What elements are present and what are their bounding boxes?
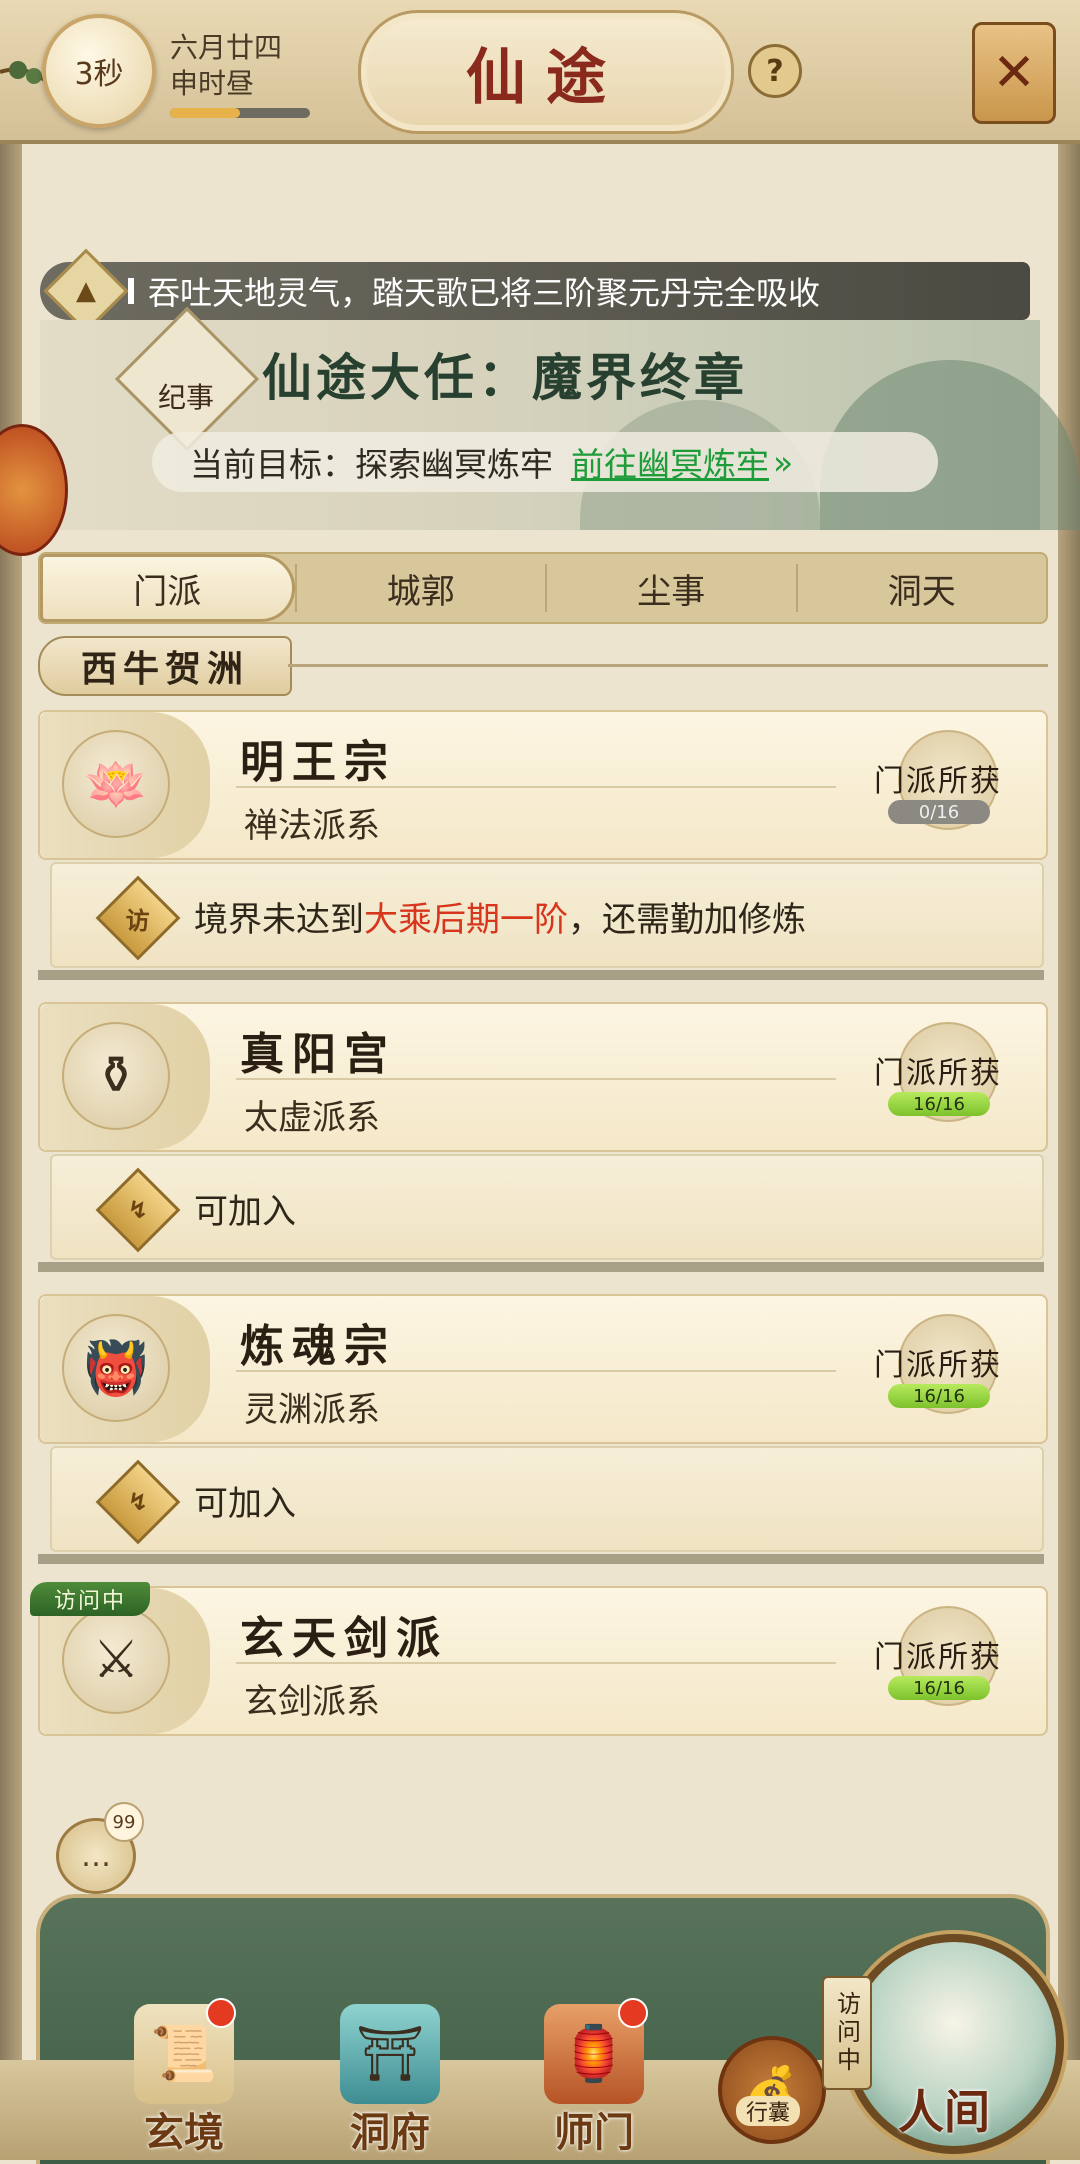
nav-label: 洞府 bbox=[350, 2109, 430, 2156]
sect-reward-count: 16/16 bbox=[888, 1676, 990, 1700]
inventory-label: 行囊 bbox=[736, 2096, 800, 2126]
sect-reward-label: 门派所获 bbox=[874, 1640, 1002, 1675]
time-of-day: 申时昼 bbox=[170, 67, 255, 100]
lotus-emblem-icon: 🪷 bbox=[62, 730, 170, 838]
sect-status-text: 可加入 bbox=[194, 1484, 296, 1524]
countdown-timer: 3秒 bbox=[42, 14, 156, 128]
demon-mask-emblem-icon: 👹 bbox=[62, 1314, 170, 1422]
join-icon: ↯ bbox=[95, 1459, 181, 1545]
frame-right bbox=[1058, 0, 1080, 2160]
section-divider bbox=[38, 970, 1044, 980]
time-progress-fill bbox=[170, 108, 240, 118]
sect-type: 太虚派系 bbox=[244, 1098, 380, 1138]
visit-icon: 访 bbox=[95, 875, 181, 961]
join-icon: ↯ bbox=[95, 1167, 181, 1253]
sect-card[interactable]: ⚔ 玄天剑派 玄剑派系 门派所获 16/16 bbox=[38, 1586, 1048, 1736]
time-progress-bar bbox=[170, 108, 310, 118]
tab-city[interactable]: 城郭 bbox=[297, 554, 546, 622]
close-icon: ✕ bbox=[992, 43, 1036, 103]
sect-divider bbox=[236, 786, 836, 788]
sect-status-row: 访 境界未达到大乘后期一阶，还需勤加修炼 bbox=[50, 862, 1044, 968]
sect-status-row[interactable]: ↯ 可加入 bbox=[50, 1154, 1044, 1260]
story-title: 仙途大任：魔界终章 bbox=[262, 348, 748, 407]
notice-text: 吞吐天地灵气，踏天歌已将三阶聚元丹完全吸收 bbox=[148, 274, 821, 312]
sect-name: 明王宗 bbox=[240, 737, 396, 788]
question-icon: ? bbox=[766, 53, 784, 89]
chat-unread-count: 99 bbox=[104, 1802, 144, 1842]
notification-dot bbox=[618, 1998, 648, 2028]
sect-reward-label: 门派所获 bbox=[874, 1348, 1002, 1383]
chat-bubble-icon: … bbox=[81, 1838, 111, 1874]
calendar-date: 六月廿四 bbox=[170, 31, 283, 64]
world-visiting-tag: 访问中 bbox=[822, 1976, 872, 2090]
close-button[interactable]: ✕ bbox=[972, 22, 1056, 124]
sect-status-row[interactable]: ↯ 可加入 bbox=[50, 1446, 1044, 1552]
region-divider bbox=[288, 664, 1048, 667]
sect-name: 真阳宫 bbox=[240, 1029, 396, 1080]
region-header: 西牛贺洲 bbox=[38, 636, 292, 696]
current-target-bar: 当前目标：探索幽冥炼牢 前往幽冥炼牢 » bbox=[152, 432, 938, 492]
notification-dot bbox=[206, 1998, 236, 2028]
required-realm: 大乘后期一阶 bbox=[364, 900, 568, 940]
notice-marker bbox=[128, 278, 134, 304]
nav-item-master-sect[interactable]: 🏮 师门 bbox=[534, 1998, 654, 2156]
nav-item-mystic-realm[interactable]: 📜 玄境 bbox=[124, 1998, 244, 2156]
sect-name: 玄天剑派 bbox=[240, 1613, 448, 1664]
nav-item-cave-dwelling[interactable]: ⛩ 洞府 bbox=[330, 2004, 450, 2156]
inventory-bag-button[interactable]: 💰 bbox=[718, 2036, 826, 2144]
sect-reward-count: 0/16 bbox=[888, 800, 990, 824]
goto-target-link[interactable]: 前往幽冥炼牢 bbox=[571, 438, 769, 486]
nav-label: 玄境 bbox=[144, 2109, 224, 2156]
world-label: 人间 bbox=[898, 2085, 990, 2139]
sect-status-text: 可加入 bbox=[194, 1192, 296, 1232]
category-tabs: 门派 城郭 尘事 洞天 bbox=[38, 552, 1048, 624]
sword-emblem-icon: ⚔ bbox=[62, 1606, 170, 1714]
sect-reward-label: 门派所获 bbox=[874, 1056, 1002, 1091]
cauldron-emblem-icon: ⚱ bbox=[62, 1022, 170, 1130]
sect-card[interactable]: ⚱ 真阳宫 太虚派系 门派所获 16/16 bbox=[38, 1002, 1048, 1152]
sect-reward-count: 16/16 bbox=[888, 1092, 990, 1116]
tab-grotto[interactable]: 洞天 bbox=[798, 554, 1047, 622]
target-label: 当前目标：探索幽冥炼牢 bbox=[190, 445, 553, 484]
sect-status-text: 境界未达到大乘后期一阶，还需勤加修炼 bbox=[194, 900, 806, 940]
tab-affairs[interactable]: 尘事 bbox=[547, 554, 796, 622]
section-divider bbox=[38, 1554, 1044, 1564]
help-button[interactable]: ? bbox=[748, 44, 802, 98]
section-divider bbox=[38, 1262, 1044, 1272]
sect-divider bbox=[236, 1662, 836, 1664]
sect-reward-count: 16/16 bbox=[888, 1384, 990, 1408]
sect-card[interactable]: 👹 炼魂宗 灵渊派系 门派所获 16/16 bbox=[38, 1294, 1048, 1444]
sect-type: 玄剑派系 bbox=[244, 1682, 380, 1722]
pavilion-icon: ⛩ bbox=[340, 2004, 440, 2104]
sect-divider bbox=[236, 1370, 836, 1372]
visiting-badge: 访问中 bbox=[30, 1582, 150, 1616]
story-badge-label: 纪事 bbox=[158, 381, 215, 414]
sect-card[interactable]: 🪷 明王宗 禅法派系 门派所获 0/16 bbox=[38, 710, 1048, 860]
frame-left bbox=[0, 0, 22, 2160]
sect-type: 灵渊派系 bbox=[244, 1390, 380, 1430]
top-header: 3秒 六月廿四 申时昼 仙途 ? ✕ bbox=[0, 0, 1080, 144]
sect-reward-label: 门派所获 bbox=[874, 764, 1002, 799]
tab-sect[interactable]: 门派 bbox=[40, 554, 295, 622]
sect-type: 禅法派系 bbox=[244, 806, 380, 846]
sect-divider bbox=[236, 1078, 836, 1080]
page-title: 仙途 bbox=[466, 42, 626, 113]
sect-name: 炼魂宗 bbox=[240, 1321, 396, 1372]
title-plaque: 仙途 bbox=[358, 10, 734, 134]
story-panel: 纪事 仙途大任：魔界终章 当前目标：探索幽冥炼牢 前往幽冥炼牢 » bbox=[40, 306, 1080, 530]
chevron-right-icon: » bbox=[773, 442, 794, 482]
nav-label: 师门 bbox=[554, 2109, 634, 2156]
